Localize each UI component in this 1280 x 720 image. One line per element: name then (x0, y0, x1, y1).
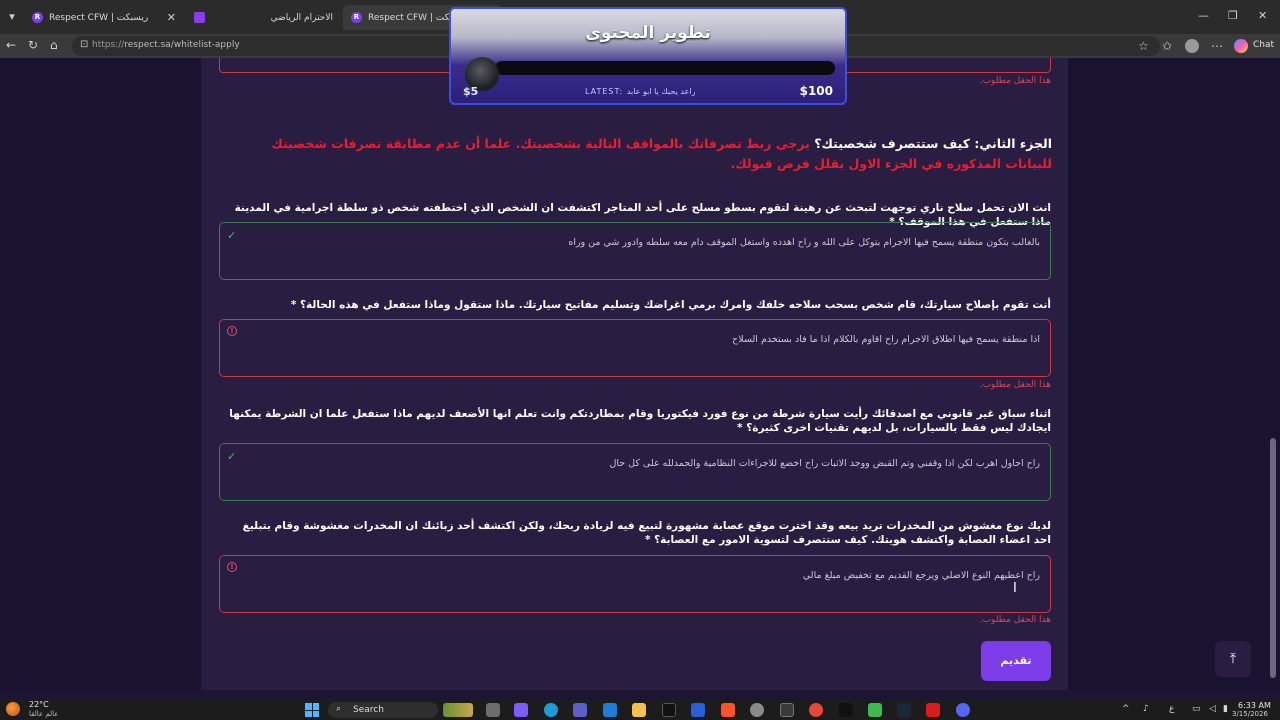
favorite-star-icon[interactable]: ☆ (1138, 39, 1149, 53)
search-icon: ⌕ (336, 704, 342, 714)
widget-app-icon[interactable] (443, 703, 473, 717)
search-label: Search (353, 705, 384, 715)
discord-icon[interactable] (956, 703, 970, 717)
required-error: هذا الحقل مطلوب. (979, 615, 1051, 625)
minimize-icon[interactable]: — (1198, 9, 1209, 22)
goal-max-amount: $100 (799, 84, 833, 98)
answer-text: اذا منطقة يسمح فيها اطلاق الاجرام راح اق… (732, 334, 1040, 345)
obs-icon[interactable] (750, 703, 764, 717)
weather-desc[interactable]: عالم عالقا (29, 710, 58, 718)
answer-text: راح احاول اهرب لكن اذا وقفني وتم القبض و… (609, 458, 1040, 469)
volume-icon[interactable]: ◁ (1209, 704, 1216, 714)
clock-time[interactable]: 6:33 AM (1238, 701, 1271, 710)
url-text: https://respect.sa/whitelist-apply (92, 40, 240, 50)
text-cursor-icon: I (1013, 581, 1017, 596)
clock-date[interactable]: 3/15/2026 (1232, 710, 1268, 718)
question-2-answer[interactable]: ! اذا منطقة يسمح فيها اطلاق الاجرام راح … (219, 319, 1051, 377)
browser-tab-2[interactable]: الاحترام الرياضي (186, 5, 341, 30)
home-icon[interactable]: ⌂ (50, 38, 58, 52)
favorites-icon[interactable]: ✩ (1162, 39, 1172, 53)
file-explorer-icon[interactable] (632, 703, 646, 717)
windows-start-icon[interactable] (305, 703, 319, 717)
profile-avatar[interactable] (1185, 39, 1199, 53)
copilot-app-icon[interactable] (514, 703, 528, 717)
weather-icon[interactable] (6, 702, 20, 716)
submit-button[interactable]: تقديم (981, 641, 1051, 681)
check-icon: ✓ (227, 229, 237, 242)
error-icon: ! (227, 326, 237, 336)
question-2-label: أنت تقوم بإصلاح سيارتك، قام شخص بسحب سلا… (290, 299, 1051, 311)
browser-tab-1[interactable]: R Respect CFW | ريسبكت ✕ (24, 5, 184, 30)
check-icon: ✓ (227, 450, 237, 463)
network-icon[interactable]: ▭ (1192, 704, 1201, 714)
youtube-icon[interactable] (926, 703, 940, 717)
taskbar-search[interactable]: ⌕ Search (328, 702, 438, 718)
restore-icon[interactable]: ❐ (1228, 9, 1238, 22)
capture-icon[interactable] (780, 703, 794, 717)
close-icon[interactable]: ✕ (167, 11, 176, 24)
page-scrollbar[interactable] (1270, 58, 1276, 690)
purple-square-icon (194, 12, 205, 23)
language-indicator[interactable]: ع (1169, 704, 1174, 714)
copilot-icon[interactable] (1234, 39, 1248, 53)
weather-temp[interactable]: 22°C (29, 700, 49, 709)
task-view-icon[interactable] (486, 703, 500, 717)
chat-label[interactable]: Chat (1253, 40, 1274, 50)
tray-overflow-icon[interactable]: ^ (1122, 704, 1130, 714)
chrome-icon[interactable] (809, 703, 823, 717)
answer-text: بالغالب بتكون منطقة يسمح فيها الاجرام بت… (568, 237, 1040, 248)
lock-icon: ⊡ (80, 39, 89, 50)
question-3-label: اثناء سباق غير قانوني مع اصدقائك رأيت سي… (229, 408, 1051, 434)
battery-icon[interactable]: ▮ (1223, 704, 1228, 714)
goal-progress-bar (495, 61, 835, 75)
minecraft-icon[interactable] (868, 703, 882, 717)
x-app-icon[interactable] (839, 703, 853, 717)
windows-taskbar: 22°C عالم عالقا ⌕ Search ^ ♪ ع ▭ ◁ ▮ 6:3… (0, 700, 1280, 720)
microphone-icon[interactable]: ♪ (1143, 704, 1149, 714)
edge-icon[interactable] (544, 703, 558, 717)
tab-actions-menu-icon[interactable]: ▾ (4, 9, 20, 25)
brave-icon[interactable] (721, 703, 735, 717)
question-3-answer[interactable]: ✓ راح احاول اهرب لكن اذا وقفني وتم القبض… (219, 443, 1051, 501)
mail-icon[interactable] (603, 703, 617, 717)
tab-title: الاحترام الرياضي (270, 12, 333, 23)
teams-icon[interactable] (573, 703, 587, 717)
close-window-icon[interactable]: ✕ (1258, 9, 1267, 22)
required-error: هذا الحقل مطلوب. (979, 380, 1051, 390)
goal-min-amount: $5 (463, 85, 479, 98)
tiktok-icon[interactable] (662, 703, 676, 717)
question-1-answer[interactable]: ✓ بالغالب بتكون منطقة يسمح فيها الاجرام … (219, 222, 1051, 280)
page-content: هذا الحقل مطلوب. الجزء الثاني: كيف ستتصر… (0, 58, 1280, 690)
back-icon[interactable]: ← (6, 38, 16, 52)
overlay-title: تطوير المحتوى (585, 23, 711, 43)
scrollbar-thumb[interactable] (1270, 438, 1276, 678)
scroll-to-top-button[interactable]: ⤒ (1215, 641, 1251, 677)
arrow-up-icon: ⤒ (1229, 651, 1237, 667)
required-error: هذا الحقل مطلوب. (979, 76, 1051, 86)
tab-title: Respect CFW | ريسبكت (49, 12, 149, 23)
question-4-label: لديك نوع مغشوش من المخدرات تريد بيعه وقد… (242, 520, 1051, 546)
latest-donation: LATEST: راعد يحبك يا ابو عابد (585, 87, 696, 96)
more-menu-icon[interactable]: ⋯ (1211, 39, 1223, 53)
donation-goal-overlay: تطوير المحتوى $5 LATEST: راعد يحبك يا اب… (449, 7, 847, 105)
section-title: الجزء الثاني: كيف ستتصرف شخصيتك؟ يرجى رب… (271, 136, 1052, 171)
question-4-answer[interactable]: ! راح اعطيهم النوع الاصلي ويرجع القديم م… (219, 555, 1051, 613)
respect-logo-icon: R (32, 12, 43, 23)
store-icon[interactable] (691, 703, 705, 717)
steam-icon[interactable] (897, 703, 911, 717)
error-icon: ! (227, 562, 237, 572)
refresh-icon[interactable]: ↻ (28, 38, 38, 52)
respect-logo-icon: R (351, 12, 362, 23)
answer-text: راح اعطيهم النوع الاصلي ويرجع القديم مع … (802, 570, 1040, 581)
